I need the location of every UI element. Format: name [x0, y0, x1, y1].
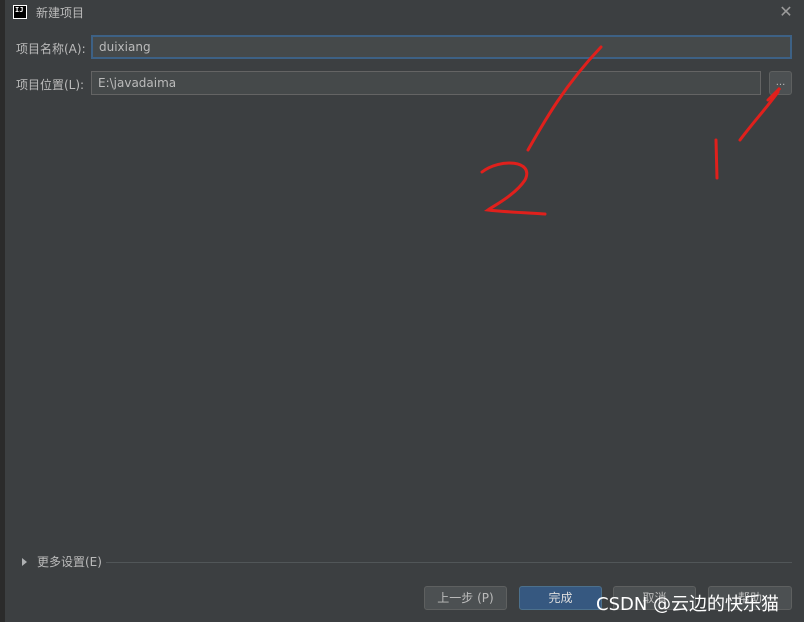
project-location-row: 项目位置(L): ... — [5, 71, 804, 95]
previous-button[interactable]: 上一步 (P) — [424, 586, 507, 610]
annotation-arrow-1 — [738, 90, 780, 142]
more-settings-toggle[interactable]: 更多设置(E) — [22, 553, 102, 570]
project-name-row: 项目名称(A): — [5, 35, 804, 59]
project-location-label: 项目位置(L): — [16, 78, 85, 92]
finish-button[interactable]: 完成 — [519, 586, 602, 610]
expand-triangle-icon — [22, 557, 27, 566]
intellij-idea-icon: IJ — [13, 5, 27, 19]
annotation-digit-1-stroke — [714, 138, 719, 180]
csdn-watermark: CSDN @云边的快乐猫 — [596, 594, 780, 615]
more-settings-divider — [106, 562, 792, 563]
more-settings-label: 更多设置(E) — [37, 555, 102, 569]
project-name-input[interactable] — [91, 35, 792, 59]
title-bar: IJ 新建项目 — [5, 0, 804, 24]
annotation-digit-2-stroke — [480, 161, 547, 216]
close-button[interactable]: ✕ — [776, 2, 796, 22]
browse-button[interactable]: ... — [769, 71, 792, 95]
annotation-arrow-2 — [526, 45, 603, 152]
window-title: 新建项目 — [36, 5, 85, 20]
project-name-label: 项目名称(A): — [16, 42, 86, 56]
project-location-input[interactable] — [91, 71, 761, 95]
